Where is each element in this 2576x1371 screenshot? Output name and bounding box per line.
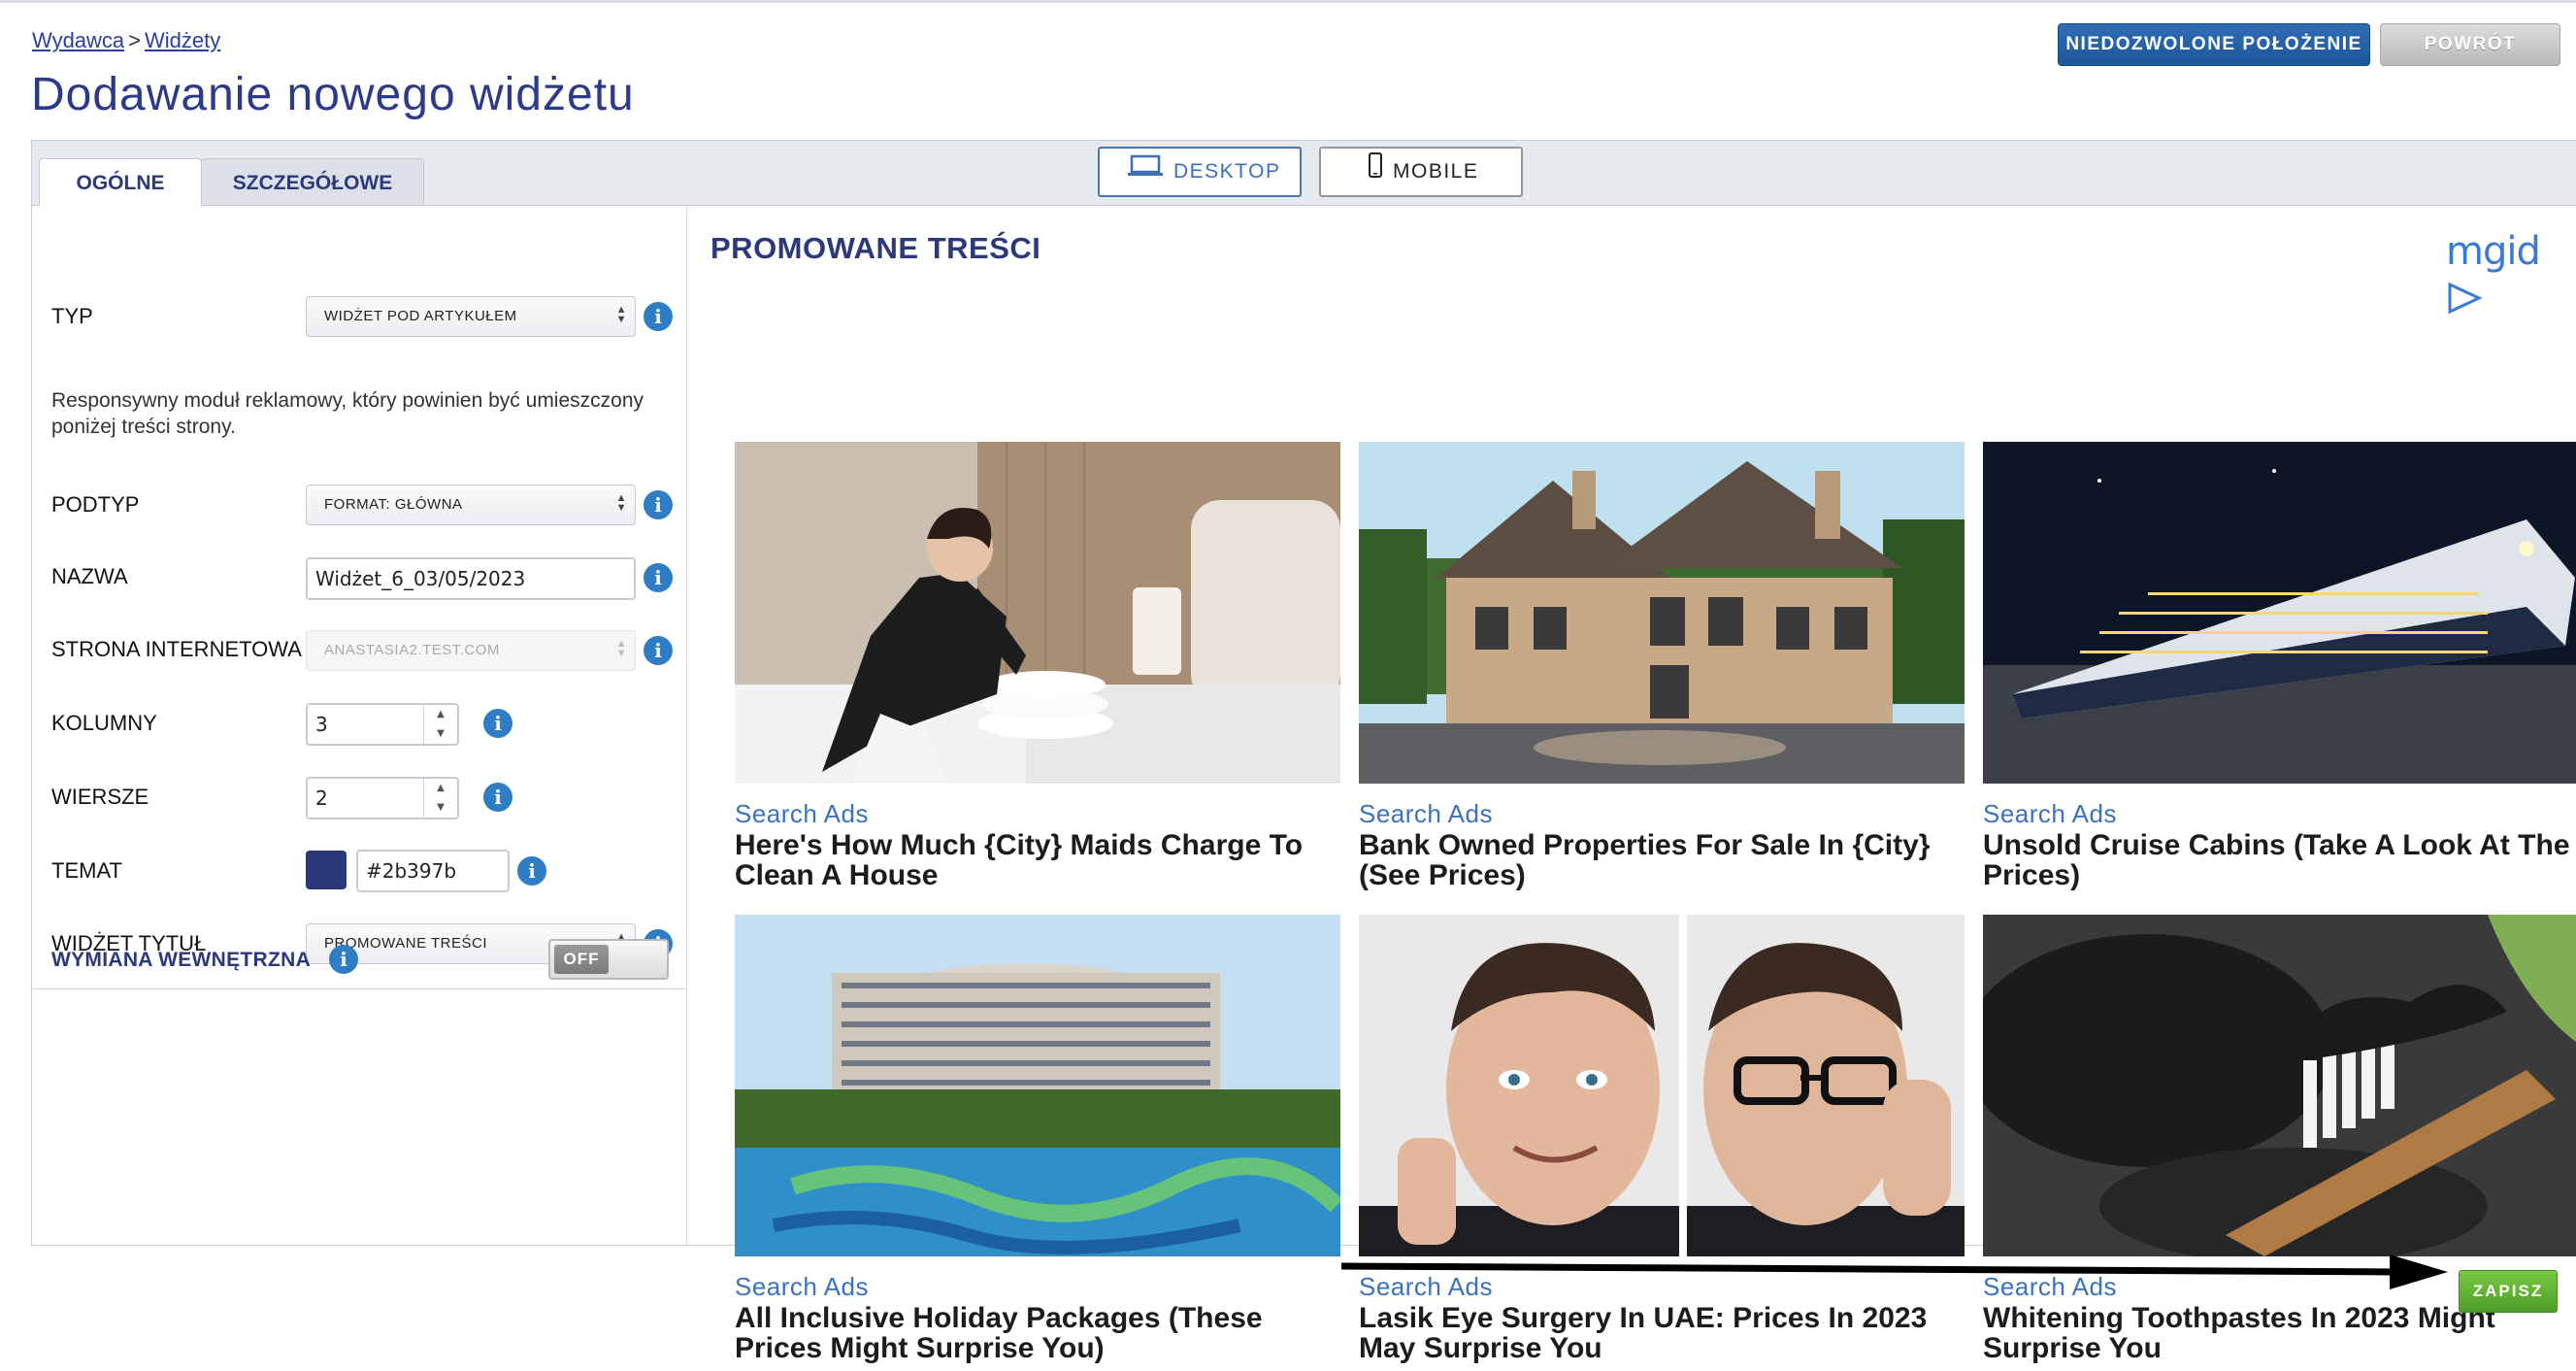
type-info-icon[interactable]: i <box>644 302 673 331</box>
ad-title: Unsold Cruise Cabins (Take A Look At The… <box>1983 829 2570 891</box>
internal-exchange-info-icon[interactable]: i <box>329 945 358 974</box>
ad-source: Search Ads <box>1359 799 1493 828</box>
back-button[interactable]: POWRÓT <box>2380 23 2560 66</box>
select-arrows-icon: ▲▼ <box>615 492 627 514</box>
subtype-select[interactable]: FORMAT: GŁÓWNA ▲ ▼ <box>306 485 636 525</box>
ad-card[interactable]: Search Ads All Inclusive Holiday Package… <box>735 915 1340 1371</box>
settings-form: TYP WIDŻET POD ARTYKUŁEM ▲ ▼ i Responsywn… <box>32 206 687 1245</box>
mobile-label: MOBILE <box>1393 160 1479 183</box>
ad-title: Here's How Much {City} Maids Charge To C… <box>735 829 1304 891</box>
page-title: Dodawanie nowego widżetu <box>31 69 635 120</box>
subtype-select-value: FORMAT: GŁÓWNA <box>324 496 463 513</box>
play-triangle-icon <box>2448 282 2483 315</box>
theme-label: TEMAT <box>51 858 122 883</box>
top-border <box>0 0 2576 3</box>
save-button[interactable]: ZAPISZ <box>2459 1270 2558 1313</box>
ad-card[interactable]: Search Ads Lasik Eye Surgery In UAE: Pri… <box>1359 915 1965 1371</box>
select-arrows-icon: ▲▼ <box>615 304 627 325</box>
breadcrumb-widgets-link[interactable]: Widżety <box>145 28 220 52</box>
type-select[interactable]: WIDŻET POD ARTYKUŁEM ▲ ▼ <box>306 296 636 337</box>
rows-spin-icon[interactable]: ▲ ▼ <box>423 779 457 818</box>
name-label: NAZWA <box>51 564 128 588</box>
rows-label: WIERSZE <box>51 785 149 809</box>
desktop-label: DESKTOP <box>1173 160 1281 183</box>
laptop-icon <box>1127 149 1164 195</box>
columns-stepper[interactable]: 3 ▲ ▼ <box>306 703 459 746</box>
section-divider <box>32 988 686 989</box>
ad-source: Search Ads <box>1983 799 2117 828</box>
phone-icon <box>1368 149 1383 195</box>
invalid-placement-button[interactable]: NIEDOZWOLONE POŁOŻENIE <box>2058 23 2370 66</box>
type-description: Responsywny moduł reklamowy, który powin… <box>51 389 644 438</box>
breadcrumb: Wydawca > Widżety <box>32 28 220 53</box>
tab-general[interactable]: OGÓLNE <box>39 158 202 207</box>
website-label: STRONA INTERNETOWA <box>51 637 302 661</box>
ad-image-resort <box>735 915 1340 1256</box>
website-select-value: ANASTASIA2.TEST.COM <box>324 642 500 658</box>
theme-info-icon[interactable]: i <box>517 856 546 886</box>
ad-title: Bank Owned Properties For Sale In {City}… <box>1359 829 1931 891</box>
ad-source: Search Ads <box>735 1272 869 1301</box>
theme-color-swatch[interactable] <box>306 851 347 889</box>
tab-bar: OGÓLNE SZCZEGÓŁOWE DESKTOP MOBILE <box>32 141 2576 207</box>
rows-value: 2 <box>315 786 328 810</box>
subtype-info-icon[interactable]: i <box>644 490 673 519</box>
ad-card[interactable]: Search Ads Here's How Much {City} Maids … <box>735 442 1340 898</box>
internal-exchange-label: WYMIANA WEWNĘTRZNA <box>51 949 312 971</box>
mobile-view-button[interactable]: MOBILE <box>1319 147 1523 197</box>
rows-stepper[interactable]: 2 ▲ ▼ <box>306 777 459 819</box>
ad-source: Search Ads <box>735 799 869 828</box>
ad-image-maid <box>735 442 1340 784</box>
arrow-to-save-icon <box>1341 1254 2448 1289</box>
ad-card[interactable]: Search Ads Unsold Cruise Cabins (Take A … <box>1983 442 2576 898</box>
widget-editor-panel: OGÓLNE SZCZEGÓŁOWE DESKTOP MOBILE TYP WI… <box>31 140 2576 1363</box>
columns-spin-icon[interactable]: ▲ ▼ <box>423 705 457 744</box>
type-label: TYP <box>51 304 93 328</box>
desktop-view-button[interactable]: DESKTOP <box>1098 147 1302 197</box>
toggle-knob: OFF <box>554 945 609 974</box>
breadcrumb-separator: > <box>128 28 142 52</box>
internal-exchange-toggle[interactable]: OFF <box>548 939 669 980</box>
tab-details[interactable]: SZCZEGÓŁOWE <box>201 158 424 205</box>
subtype-label: PODTYP <box>51 492 140 517</box>
ad-title: All Inclusive Holiday Packages (These Pr… <box>735 1302 1263 1364</box>
ad-image-cruise-ship <box>1983 442 2576 784</box>
ad-title: Lasik Eye Surgery In UAE: Prices In 2023… <box>1359 1302 1928 1364</box>
name-info-icon[interactable]: i <box>644 563 673 592</box>
columns-label: KOLUMNY <box>51 711 157 735</box>
widget-preview: PROMOWANE TREŚCI mgid Search Ads Here's … <box>687 206 2576 1363</box>
mgid-logo[interactable]: mgid <box>2446 229 2576 318</box>
select-arrows-icon: ▲▼ <box>615 638 627 659</box>
name-input[interactable]: Widżet_6_03/05/2023 <box>306 557 636 600</box>
rows-info-icon[interactable]: i <box>483 783 512 812</box>
website-info-icon[interactable]: i <box>644 636 673 665</box>
breadcrumb-publisher-link[interactable]: Wydawca <box>32 28 124 52</box>
theme-color-input[interactable]: #2b397b <box>356 850 510 892</box>
columns-value: 3 <box>315 713 328 736</box>
ad-image-house <box>1359 442 1965 784</box>
ad-card[interactable]: Search Ads Bank Owned Properties For Sal… <box>1359 442 1965 898</box>
preview-title: PROMOWANE TREŚCI <box>710 231 1041 265</box>
columns-info-icon[interactable]: i <box>483 709 512 738</box>
website-select: ANASTASIA2.TEST.COM ▲ ▼ <box>306 630 636 671</box>
mgid-logo-text: mgid <box>2446 229 2541 274</box>
ad-image-toothpaste <box>1983 915 2576 1256</box>
ad-image-man-glasses <box>1359 915 1965 1256</box>
type-select-value: WIDŻET POD ARTYKUŁEM <box>324 308 517 324</box>
